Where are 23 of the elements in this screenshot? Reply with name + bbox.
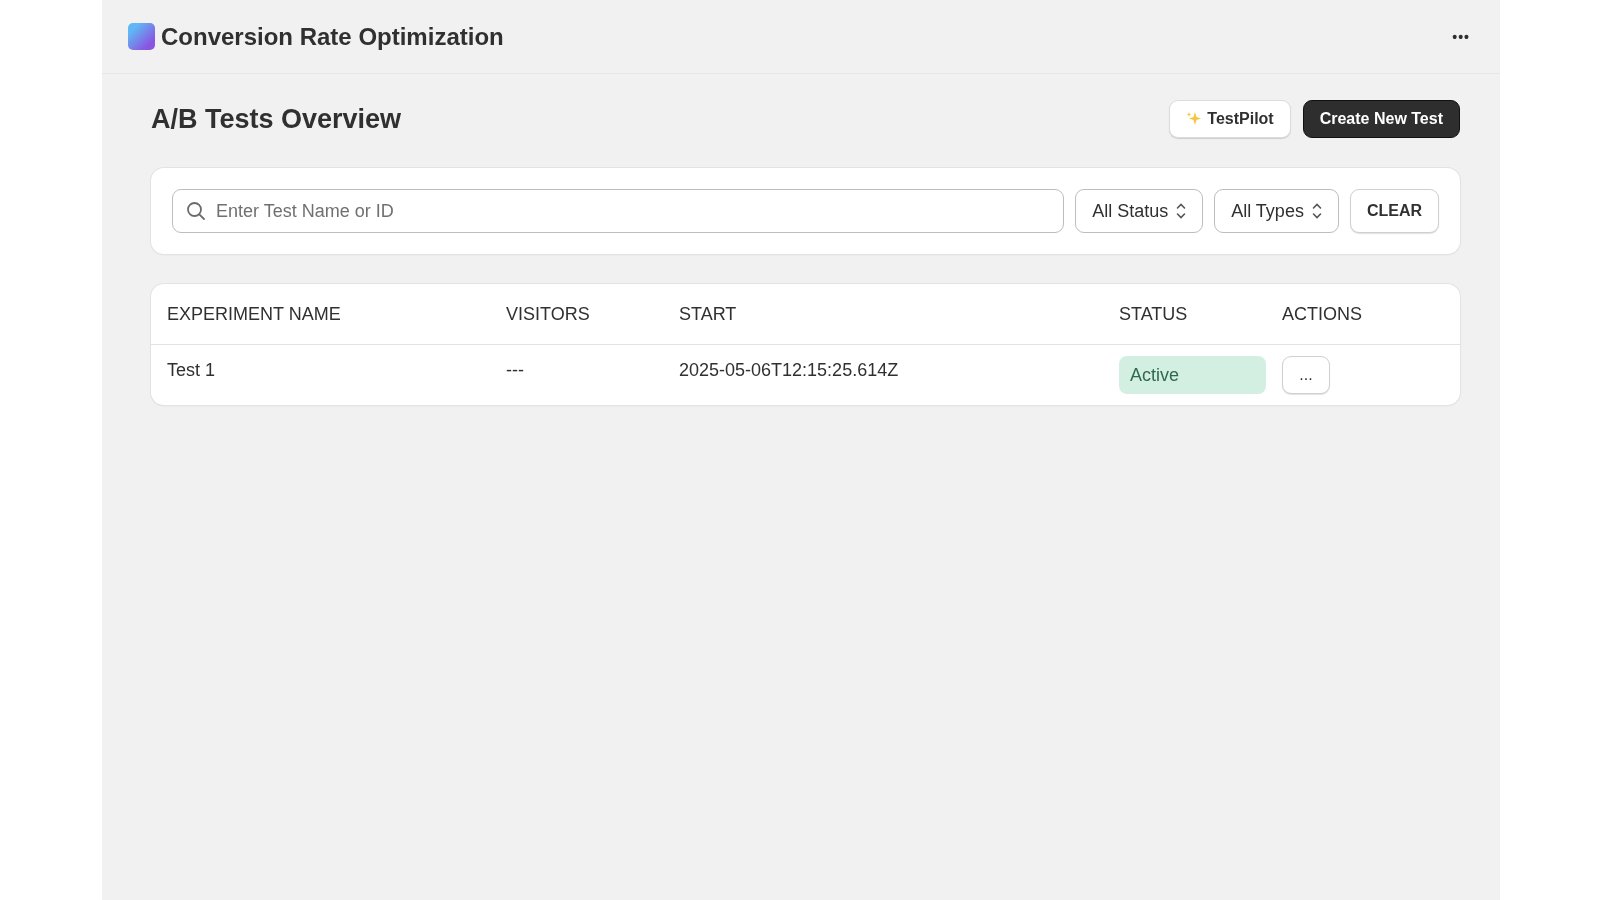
column-header: EXPERIMENT NAME [167,303,342,325]
chevron-up-down-icon [1176,202,1187,220]
filter-select[interactable]: All Status [1075,189,1204,233]
column-header: VISITORS [506,303,591,325]
table-cell-text: 2025-05-06T12:15:25.614Z [679,359,900,381]
column-header: ACTIONS [1282,303,1363,325]
testpilot-button[interactable]: TestPilot [1169,100,1291,138]
search-field[interactable]: Enter Test Name or ID [172,189,1065,233]
search-icon [186,201,206,221]
clear-button[interactable]: CLEAR [1349,189,1439,233]
row-actions-button[interactable]: ... [1282,356,1330,394]
column-header: START [679,303,738,325]
filter-select[interactable]: All Types [1214,189,1339,233]
page-heading: A/B Tests Overview [151,103,402,135]
table-cell-text: Test 1 [167,359,217,381]
status-badge: Active [1119,356,1266,394]
more-menu-button[interactable]: ••• [1448,26,1474,47]
app-logo-icon [128,23,155,50]
create-test-button[interactable]: Create New Test [1302,100,1460,138]
table-cell-text: --- [506,359,525,381]
app-title: Conversion Rate Optimization [161,22,505,51]
column-header: STATUS [1119,303,1189,325]
chevron-up-down-icon [1311,202,1322,220]
